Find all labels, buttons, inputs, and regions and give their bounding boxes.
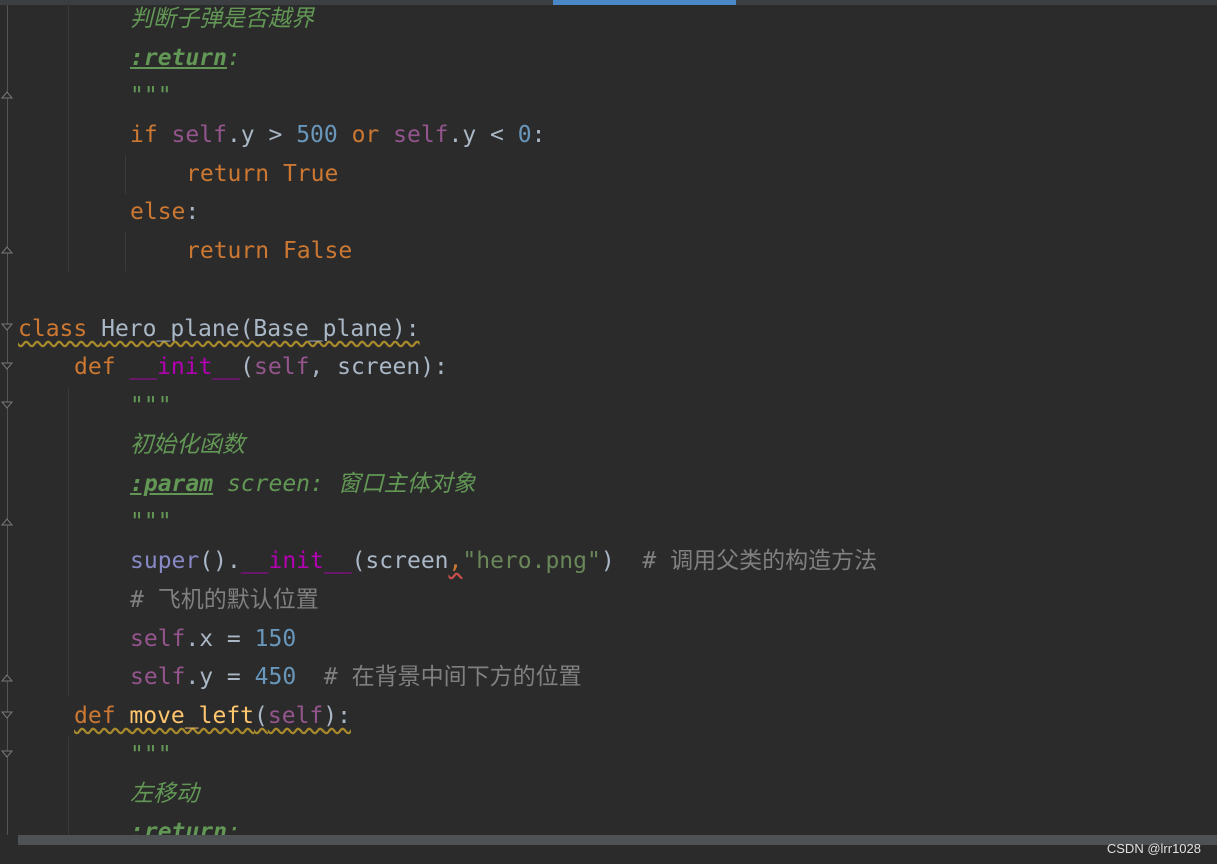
code-token: def: [74, 703, 130, 729]
code-token: # 飞机的默认位置: [130, 587, 319, 613]
code-line[interactable]: super().__init__(screen,"hero.png") # 调用…: [130, 542, 877, 581]
indent-guide: [68, 0, 69, 272]
code-token: , screen):: [309, 354, 448, 380]
fold-start-icon[interactable]: [1, 362, 13, 372]
code-token: class: [18, 316, 102, 342]
code-line[interactable]: """: [130, 736, 172, 775]
code-token: or: [337, 122, 394, 148]
code-token: else: [130, 199, 186, 225]
code-line[interactable]: """: [130, 77, 172, 116]
code-token: :: [185, 199, 200, 225]
code-line[interactable]: return True: [186, 155, 338, 194]
code-token: :: [531, 122, 546, 148]
code-token: """: [130, 509, 172, 535]
fold-end-icon[interactable]: [1, 672, 13, 682]
code-line[interactable]: 左移动: [130, 775, 199, 814]
code-token: self: [267, 703, 324, 729]
code-line[interactable]: class Hero_plane(Base_plane):: [18, 310, 420, 349]
code-token: :return: [130, 45, 227, 71]
code-token: :: [226, 45, 241, 71]
code-line[interactable]: # 飞机的默认位置: [130, 581, 319, 620]
code-line[interactable]: 初始化函数: [130, 426, 245, 465]
code-token: 初始化函数: [130, 432, 245, 458]
code-token: __init__: [240, 548, 352, 574]
code-token: .x =: [185, 626, 255, 652]
fold-start-icon[interactable]: [1, 750, 13, 760]
code-token: ().: [199, 548, 241, 574]
code-line[interactable]: self.x = 150: [130, 620, 296, 659]
code-token: 150: [254, 626, 297, 652]
code-token: 左移动: [130, 781, 199, 807]
code-token: .y =: [185, 664, 255, 690]
code-token: __init__: [129, 354, 241, 380]
code-token: return: [186, 238, 283, 264]
code-token: ,: [448, 548, 463, 574]
code-line[interactable]: return False: [186, 232, 352, 271]
fold-start-icon[interactable]: [1, 323, 13, 333]
code-line[interactable]: def __init__(self, screen):: [74, 348, 448, 387]
code-token: screen: 窗口主体对象: [213, 471, 476, 497]
code-line[interactable]: :param screen: 窗口主体对象: [130, 465, 476, 504]
code-token: """: [130, 83, 172, 109]
code-token: .y >: [226, 122, 297, 148]
code-line[interactable]: """: [130, 503, 172, 542]
watermark: CSDN @lrr1028: [1106, 841, 1201, 856]
code-token: :param: [130, 471, 214, 497]
code-token: move_left: [129, 703, 255, 729]
code-token: 0: [517, 122, 532, 148]
code-token: # 在背景中间下方的位置: [323, 664, 582, 690]
code-token: self: [130, 626, 186, 652]
code-token: Hero_plane(Base_plane):: [101, 316, 420, 342]
code-line[interactable]: :return:: [130, 39, 241, 78]
code-line[interactable]: 判断子弹是否越界: [130, 0, 314, 39]
indent-guide: [68, 388, 69, 696]
code-token: (: [254, 703, 268, 729]
indent-guide: [68, 737, 69, 835]
code-token: self: [393, 122, 449, 148]
code-token: self: [130, 664, 186, 690]
fold-end-icon[interactable]: [1, 244, 13, 254]
code-line[interactable]: self.y = 450 # 在背景中间下方的位置: [130, 658, 582, 697]
code-token: super: [130, 548, 200, 574]
code-token: 500: [296, 122, 338, 148]
horizontal-scroll-thumb[interactable]: [18, 835, 1217, 845]
code-token: .y <: [448, 122, 518, 148]
fold-start-icon[interactable]: [1, 401, 13, 411]
editor-scroll-thumb[interactable]: [553, 0, 736, 5]
code-token: ):: [323, 703, 351, 729]
code-token: ): [600, 548, 643, 574]
code-token: (: [240, 354, 255, 380]
code-token: """: [130, 742, 172, 768]
fold-end-icon[interactable]: [1, 89, 13, 99]
code-token: self: [171, 122, 227, 148]
code-line[interactable]: """: [130, 387, 172, 426]
editor-bottom-bar: [0, 845, 1217, 864]
fold-end-icon[interactable]: [1, 516, 13, 526]
indent-guide: [125, 155, 126, 194]
code-token: 判断子弹是否越界: [130, 6, 314, 32]
indent-guide: [125, 232, 126, 271]
code-token: return: [186, 161, 283, 187]
code-token: # 调用父类的构造方法: [642, 548, 878, 574]
code-line[interactable]: if self.y > 500 or self.y < 0:: [130, 116, 545, 155]
code-token: """: [130, 393, 172, 419]
code-token: self: [254, 354, 310, 380]
code-token: True: [282, 161, 339, 187]
code-token: def: [74, 354, 130, 380]
code-line[interactable]: def move_left(self):: [74, 697, 351, 736]
fold-start-icon[interactable]: [1, 711, 13, 721]
code-token: (screen: [351, 548, 449, 574]
code-line[interactable]: else:: [130, 193, 199, 232]
code-token: "hero.png": [462, 548, 601, 574]
code-token: if: [130, 122, 172, 148]
code-token: 450: [254, 664, 297, 690]
code-token: False: [282, 238, 353, 264]
